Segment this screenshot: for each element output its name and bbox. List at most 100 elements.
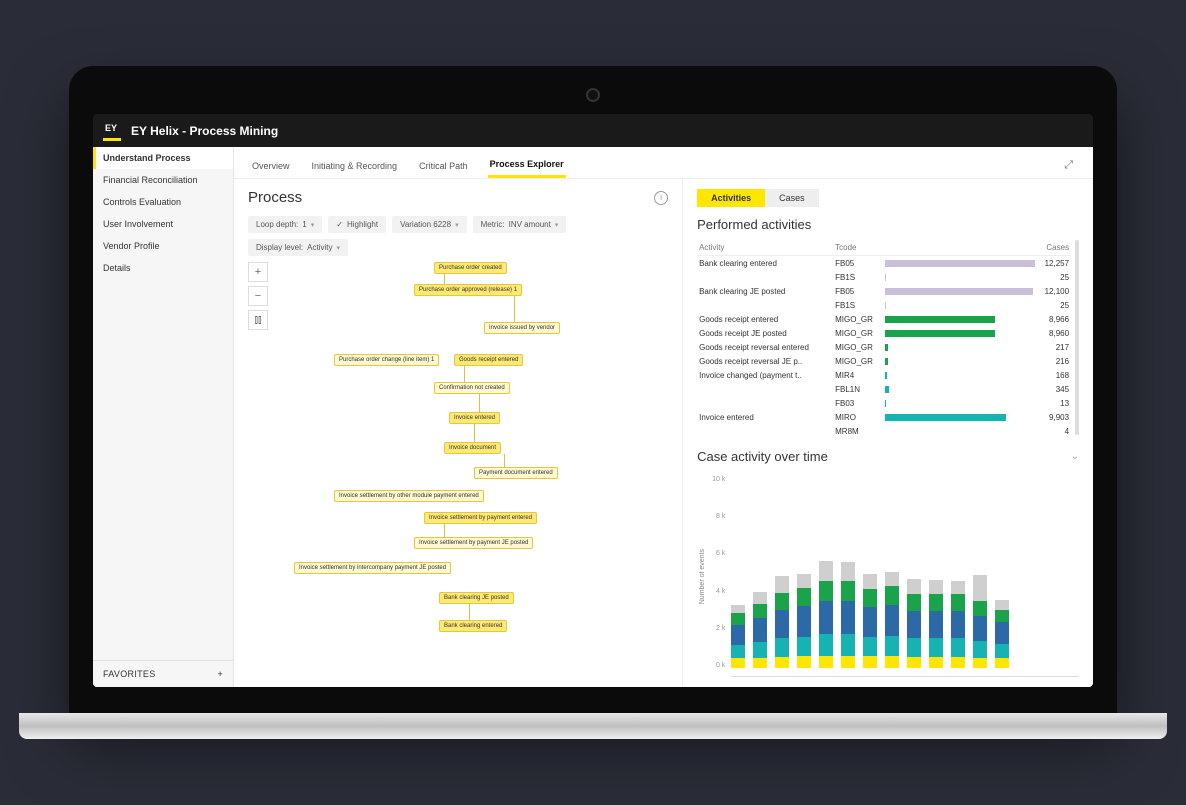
tab[interactable]: Initiating & Recording bbox=[310, 155, 400, 177]
laptop-frame: EY Helix - Process Mining Understand Pro… bbox=[69, 66, 1117, 713]
sidebar-item[interactable]: Controls Evaluation bbox=[93, 191, 233, 213]
flow-edge bbox=[514, 296, 515, 322]
y-axis-label: Number of events bbox=[697, 549, 706, 604]
favorites-section[interactable]: FAVORITES + bbox=[93, 660, 233, 687]
chart-bar[interactable] bbox=[753, 592, 767, 668]
screen: EY Helix - Process Mining Understand Pro… bbox=[93, 114, 1093, 687]
sidebar-item[interactable]: Details bbox=[93, 257, 233, 279]
sidebar-item[interactable]: Understand Process bbox=[93, 147, 233, 169]
flow-node[interactable]: Invoice settlement by payment JE posted bbox=[414, 537, 533, 549]
check-icon: ✓ bbox=[336, 220, 343, 229]
right-tabs: ActivitiesCases bbox=[697, 189, 1079, 207]
ey-logo bbox=[103, 120, 121, 141]
flow-edge bbox=[464, 366, 465, 382]
zoom-out-button[interactable]: − bbox=[248, 286, 268, 306]
expand-icon[interactable]: ⤢ bbox=[1060, 155, 1077, 176]
metric-control[interactable]: Metric: INV amount ▾ bbox=[473, 216, 567, 233]
process-controls: Loop depth: 1 ▾ ✓ Highlight Variation 62… bbox=[248, 216, 668, 233]
table-row[interactable]: Goods receipt reversal JE p..MIGO_GR216 bbox=[697, 354, 1071, 368]
tab[interactable]: Critical Path bbox=[417, 155, 470, 177]
flow-node[interactable]: Bank clearing JE posted bbox=[439, 592, 514, 604]
favorites-label: FAVORITES bbox=[103, 669, 156, 679]
table-row[interactable]: FBL1N345 bbox=[697, 382, 1071, 396]
chart-bar[interactable] bbox=[995, 600, 1009, 668]
flow-node[interactable]: Confirmation not created bbox=[434, 382, 510, 394]
flow-node[interactable]: Purchase order created bbox=[434, 262, 507, 274]
zoom-in-button[interactable]: + bbox=[248, 262, 268, 282]
table-row[interactable]: Goods receipt JE postedMIGO_GR8,960 bbox=[697, 326, 1071, 340]
chart-bar[interactable] bbox=[951, 581, 965, 668]
process-title: Process bbox=[248, 189, 302, 206]
table-row[interactable]: Goods receipt enteredMIGO_GR8,966 bbox=[697, 312, 1071, 326]
table-row[interactable]: FB1S25 bbox=[697, 270, 1071, 284]
top-tabs: Overview Initiating & Recording Critical P… bbox=[234, 147, 1093, 179]
chart-bar[interactable] bbox=[929, 580, 943, 668]
flow-edge bbox=[444, 524, 445, 537]
table-row[interactable]: Goods receipt reversal enteredMIGO_GR217 bbox=[697, 340, 1071, 354]
sidebar: Understand ProcessFinancial Reconciliati… bbox=[93, 147, 234, 687]
flow-node[interactable]: Purchase order approved (release) 1 bbox=[414, 284, 522, 296]
tab[interactable]: Process Explorer bbox=[488, 153, 566, 178]
chart-bar[interactable] bbox=[863, 574, 877, 668]
table-scrollbar[interactable] bbox=[1075, 240, 1079, 435]
process-flow-canvas[interactable]: Purchase order created Purchase order app… bbox=[274, 262, 668, 677]
camera-dot bbox=[586, 88, 600, 102]
table-row[interactable]: Bank clearing enteredFB0512,257 bbox=[697, 256, 1071, 271]
highlight-toggle[interactable]: ✓ Highlight bbox=[328, 216, 386, 233]
info-icon[interactable]: i bbox=[654, 191, 668, 205]
case-activity-chart: Number of events 10 k8 k6 k4 k2 k0 k bbox=[697, 476, 1079, 677]
canvas-tools: + − ⫾⫾ bbox=[248, 262, 268, 677]
sidebar-item[interactable]: User Involvement bbox=[93, 213, 233, 235]
laptop-base bbox=[19, 713, 1167, 739]
flow-node[interactable]: Invoice settlement by payment entered bbox=[424, 512, 537, 524]
table-row[interactable]: FB0313 bbox=[697, 396, 1071, 410]
pill-tab[interactable]: Cases bbox=[765, 189, 819, 207]
flow-edge bbox=[444, 274, 445, 284]
flow-node[interactable]: Invoice document bbox=[444, 442, 501, 454]
chart-bar[interactable] bbox=[973, 575, 987, 668]
table-row[interactable]: Bank clearing JE postedFB0512,100 bbox=[697, 284, 1071, 298]
flow-node[interactable]: Payment document entered bbox=[474, 467, 558, 479]
chevron-down-icon: ▾ bbox=[311, 221, 315, 229]
chart-bar[interactable] bbox=[797, 574, 811, 668]
performed-activities-table: ActivityTcodeCases Bank clearing entered… bbox=[697, 240, 1071, 435]
chart-bar[interactable] bbox=[731, 605, 745, 668]
loop-depth-control[interactable]: Loop depth: 1 ▾ bbox=[248, 216, 322, 233]
variation-control[interactable]: Variation 6228 ▾ bbox=[392, 216, 467, 233]
table-row[interactable]: Invoice enteredMIRO9,903 bbox=[697, 410, 1071, 424]
chart-bar[interactable] bbox=[819, 561, 833, 668]
flow-node[interactable]: Invoice entered bbox=[449, 412, 500, 424]
chart-bar[interactable] bbox=[841, 562, 855, 668]
display-level-control[interactable]: Display level: Activity ▾ bbox=[248, 239, 348, 256]
chart-bar[interactable] bbox=[775, 576, 789, 668]
sidebar-item[interactable]: Vendor Profile bbox=[93, 235, 233, 257]
flow-edge bbox=[479, 394, 480, 412]
pill-tab[interactable]: Activities bbox=[697, 189, 765, 207]
table-row[interactable]: Invoice changed (payment t..MIR4168 bbox=[697, 368, 1071, 382]
performed-activities-title: Performed activities bbox=[697, 217, 1079, 232]
flow-edge bbox=[504, 454, 505, 467]
process-panel: Process i Loop depth: 1 ▾ ✓ bbox=[234, 179, 683, 687]
chart-bar[interactable] bbox=[885, 572, 899, 668]
flow-node[interactable]: Goods receipt entered bbox=[454, 354, 523, 366]
flow-node[interactable]: Bank clearing entered bbox=[439, 620, 507, 632]
title-bar: EY Helix - Process Mining bbox=[93, 114, 1093, 147]
chevron-down-icon[interactable]: ⌄ bbox=[1071, 451, 1079, 462]
tab[interactable]: Overview bbox=[250, 155, 292, 177]
chevron-down-icon: ▾ bbox=[336, 244, 340, 252]
analysis-panel: ActivitiesCases Performed activities Act… bbox=[683, 179, 1093, 687]
chart-bar[interactable] bbox=[907, 579, 921, 668]
flow-node[interactable]: Purchase order change (line item) 1 bbox=[334, 354, 439, 366]
table-row[interactable]: FB1S25 bbox=[697, 298, 1071, 312]
flow-node[interactable]: Invoice settlement by other module payme… bbox=[334, 490, 484, 502]
flow-node[interactable]: Invoice issued by vendor bbox=[484, 322, 560, 334]
stats-button[interactable]: ⫾⫾ bbox=[248, 310, 268, 330]
sidebar-item[interactable]: Financial Reconciliation bbox=[93, 169, 233, 191]
flow-node[interactable]: Invoice settlement by intercompany payme… bbox=[294, 562, 451, 574]
flow-edge bbox=[469, 604, 470, 620]
add-favorite-icon[interactable]: + bbox=[217, 669, 223, 679]
y-axis-ticks: 10 k8 k6 k4 k2 k0 k bbox=[712, 476, 725, 677]
table-row[interactable]: MR8M4 bbox=[697, 424, 1071, 435]
app-title: EY Helix - Process Mining bbox=[131, 124, 278, 138]
flow-edge bbox=[474, 424, 475, 442]
